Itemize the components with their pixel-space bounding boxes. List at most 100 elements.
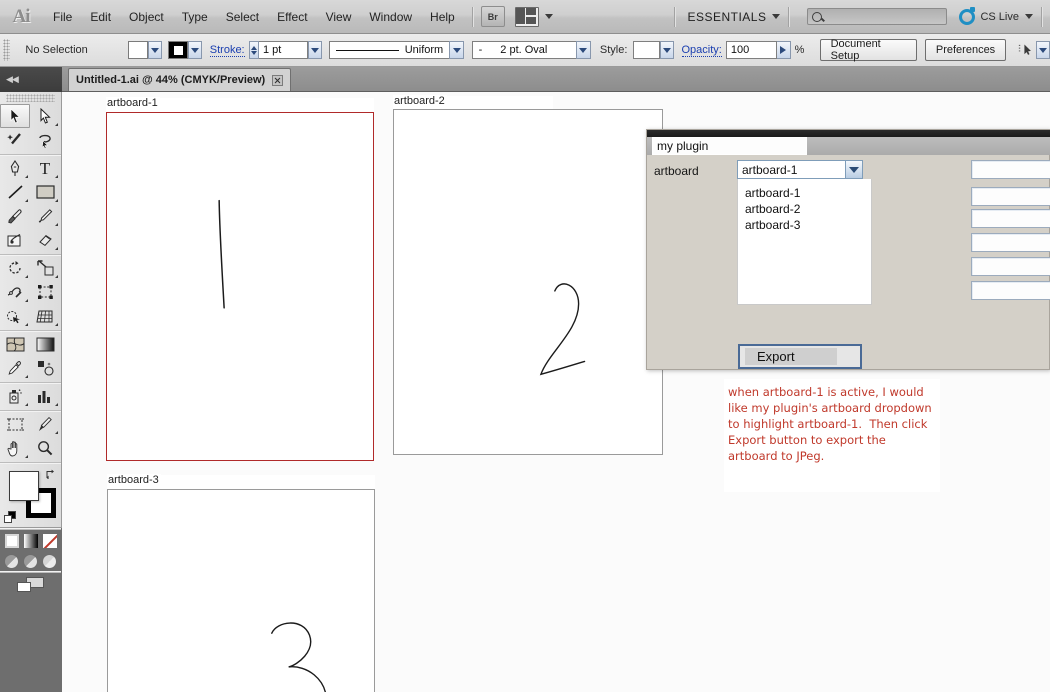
stroke-swatch-chevron-down-icon[interactable] [188, 41, 203, 59]
workspace-chevron-down-icon[interactable] [772, 14, 781, 19]
free-transform-tool[interactable] [30, 280, 60, 304]
direct-selection-tool[interactable] [30, 104, 60, 128]
artboard-3[interactable] [107, 489, 375, 692]
arrange-documents-chevron-down-icon[interactable] [544, 14, 553, 19]
zoom-tool[interactable] [30, 436, 60, 460]
blob-brush-tool[interactable] [0, 228, 30, 252]
artboard-tool[interactable] [0, 412, 30, 436]
type-tool[interactable]: T [30, 156, 60, 180]
plugin-dialog-title-strip[interactable] [647, 130, 1050, 137]
dropdown-option-artboard-3[interactable]: artboard-3 [738, 217, 871, 233]
menu-help[interactable]: Help [421, 7, 464, 27]
search-input[interactable] [807, 8, 948, 25]
stroke-weight-stepper[interactable] [248, 41, 259, 59]
paintbrush-tool[interactable] [0, 204, 30, 228]
fill-color-swatch[interactable] [127, 41, 149, 59]
plugin-dialog[interactable]: my plugin artboard artboard-1 artboard-1… [646, 129, 1050, 370]
menu-effect[interactable]: Effect [268, 7, 316, 27]
magic-wand-tool[interactable] [0, 128, 30, 152]
control-bar-grip[interactable] [3, 39, 11, 61]
toolbox-grip[interactable] [6, 94, 55, 102]
side-field-2[interactable] [971, 187, 1050, 206]
close-icon[interactable] [272, 74, 284, 86]
tool-flyout-corner-icon[interactable] [55, 431, 58, 434]
eyedropper-tool[interactable] [0, 356, 30, 380]
export-button[interactable]: Export [738, 344, 862, 369]
tool-flyout-corner-icon[interactable] [55, 223, 58, 226]
tool-flyout-corner-icon[interactable] [25, 323, 28, 326]
rotate-tool[interactable] [0, 256, 30, 280]
menu-select[interactable]: Select [217, 7, 268, 27]
brush-definition-chevron-down-icon[interactable] [575, 41, 591, 59]
menu-window[interactable]: Window [360, 7, 421, 27]
stroke-weight-chevron-down-icon[interactable] [307, 41, 322, 59]
cs-live-chevron-down-icon[interactable] [1025, 14, 1033, 19]
collapse-panel-icon[interactable]: ◀◀ [6, 74, 19, 85]
tool-flyout-corner-icon[interactable] [25, 175, 28, 178]
tool-flyout-corner-icon[interactable] [55, 275, 58, 278]
width-tool[interactable] [0, 280, 30, 304]
fill-swatch-chevron-down-icon[interactable] [148, 41, 163, 59]
mesh-tool[interactable] [0, 332, 30, 356]
slice-tool[interactable] [30, 412, 60, 436]
tool-flyout-corner-icon[interactable] [25, 403, 28, 406]
artboard-1[interactable] [106, 112, 374, 461]
default-fill-stroke-icon[interactable] [4, 511, 17, 524]
tool-flyout-corner-icon[interactable] [25, 199, 28, 202]
gradient-mode-button[interactable] [22, 533, 39, 549]
menu-file[interactable]: File [44, 7, 81, 27]
side-field-4[interactable] [971, 233, 1050, 252]
dropdown-option-artboard-1[interactable]: artboard-1 [738, 185, 871, 201]
perspective-grid-tool[interactable] [30, 304, 60, 328]
tool-flyout-corner-icon[interactable] [25, 275, 28, 278]
artboard-2[interactable] [393, 109, 663, 455]
arrange-documents-icon[interactable] [514, 6, 539, 27]
gradient-tool[interactable] [30, 332, 60, 356]
lasso-tool[interactable] [30, 128, 60, 152]
pen-tool[interactable] [0, 156, 30, 180]
fill-swatch[interactable] [9, 471, 39, 501]
column-graph-tool[interactable] [30, 384, 60, 408]
tool-flyout-corner-icon[interactable] [55, 247, 58, 250]
tool-flyout-corner-icon[interactable] [55, 403, 58, 406]
rectangle-tool[interactable] [30, 180, 60, 204]
artboard-dropdown[interactable]: artboard-1 [737, 160, 863, 179]
side-field-5[interactable] [971, 257, 1050, 276]
stroke-weight-input[interactable]: 1 pt [258, 41, 308, 59]
plugin-dialog-title[interactable]: my plugin [652, 137, 807, 155]
line-segment-tool[interactable] [0, 180, 30, 204]
artboard-dropdown-value[interactable]: artboard-1 [737, 160, 845, 179]
cs-live-icon[interactable] [959, 6, 976, 25]
shape-builder-tool[interactable] [0, 304, 30, 328]
blend-tool[interactable] [30, 356, 60, 380]
brush-definition-combo[interactable]: - 2 pt. Oval [471, 41, 591, 59]
stroke-profile-combo[interactable]: Uniform [329, 41, 465, 59]
opacity-input[interactable]: 100 [725, 41, 777, 59]
draw-normal-button[interactable] [4, 554, 19, 569]
preferences-button[interactable]: Preferences [924, 39, 1007, 61]
scale-tool[interactable] [30, 256, 60, 280]
tool-flyout-corner-icon[interactable] [25, 375, 28, 378]
workspace-switcher-label[interactable]: ESSENTIALS [683, 10, 766, 24]
color-mode-button[interactable] [3, 533, 20, 549]
tool-flyout-corner-icon[interactable] [55, 175, 58, 178]
cs-live-label[interactable]: CS Live [980, 11, 1019, 23]
stroke-label-link[interactable]: Stroke: [209, 44, 245, 57]
none-mode-button[interactable] [41, 533, 58, 549]
pencil-tool[interactable] [30, 204, 60, 228]
document-tab[interactable]: Untitled-1.ai @ 44% (CMYK/Preview) [68, 68, 292, 91]
select-similar-objects-icon[interactable] [1017, 42, 1034, 58]
selection-tool[interactable] [0, 104, 30, 128]
dropdown-option-artboard-2[interactable]: artboard-2 [738, 201, 871, 217]
stroke-color-swatch[interactable] [167, 41, 189, 59]
opacity-label-link[interactable]: Opacity: [681, 44, 722, 57]
go-to-bridge-button[interactable]: Br [480, 6, 505, 27]
side-field-3[interactable] [971, 209, 1050, 228]
swap-fill-stroke-icon[interactable] [46, 469, 56, 479]
document-setup-button[interactable]: Document Setup [819, 38, 918, 62]
chevron-down-icon[interactable] [845, 160, 863, 179]
tool-flyout-corner-icon[interactable] [55, 199, 58, 202]
draw-behind-button[interactable] [23, 554, 38, 569]
artboard-dropdown-list[interactable]: artboard-1 artboard-2 artboard-3 [737, 179, 872, 305]
select-similar-chevron-down-icon[interactable] [1035, 41, 1050, 59]
